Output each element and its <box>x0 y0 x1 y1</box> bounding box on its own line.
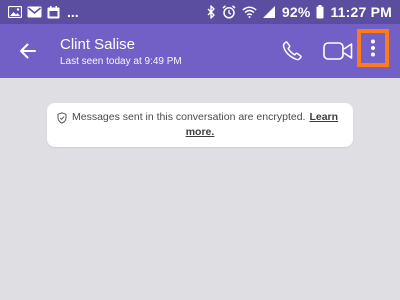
status-bar-system: 92% 11:27 PM <box>207 4 392 20</box>
contact-name[interactable]: Clint Salise <box>60 36 135 53</box>
shield-icon <box>57 111 67 124</box>
learn-more-link-continued[interactable]: more. <box>186 126 215 138</box>
last-seen-status: Last seen today at 9:49 PM <box>60 56 182 67</box>
more-vert-icon <box>370 39 376 57</box>
encryption-notice-line: Messages sent in this conversation are e… <box>57 110 343 125</box>
alarm-icon <box>222 5 236 19</box>
screen: ... 92% 11:27 PM Clint Salise Last seen … <box>0 0 400 300</box>
battery-icon <box>316 5 324 19</box>
status-bar-notifications: ... <box>8 4 79 20</box>
clock: 11:27 PM <box>330 4 392 20</box>
encryption-notice: Messages sent in this conversation are e… <box>47 103 353 147</box>
encryption-notice-text: Messages sent in this conversation are e… <box>72 111 306 123</box>
gmail-icon <box>27 6 42 18</box>
calendar-icon <box>47 5 60 19</box>
battery-percent: 92% <box>281 4 311 20</box>
phone-icon <box>281 40 303 62</box>
wifi-icon <box>242 6 257 18</box>
learn-more-link[interactable]: Learn <box>309 110 338 125</box>
voice-call-button[interactable] <box>278 37 306 65</box>
video-camera-icon <box>323 41 353 61</box>
encryption-notice-line-2: more. <box>57 125 343 140</box>
more-notifications-indicator: ... <box>67 4 79 20</box>
back-button[interactable] <box>14 37 42 65</box>
more-options-button[interactable] <box>357 29 389 67</box>
status-bar: ... 92% 11:27 PM <box>0 0 400 24</box>
bluetooth-icon <box>207 5 216 19</box>
back-arrow-icon <box>19 42 37 60</box>
video-call-button[interactable] <box>322 37 354 65</box>
image-icon <box>8 6 22 18</box>
conversation-header: Clint Salise Last seen today at 9:49 PM <box>0 24 400 78</box>
signal-icon <box>262 6 276 18</box>
